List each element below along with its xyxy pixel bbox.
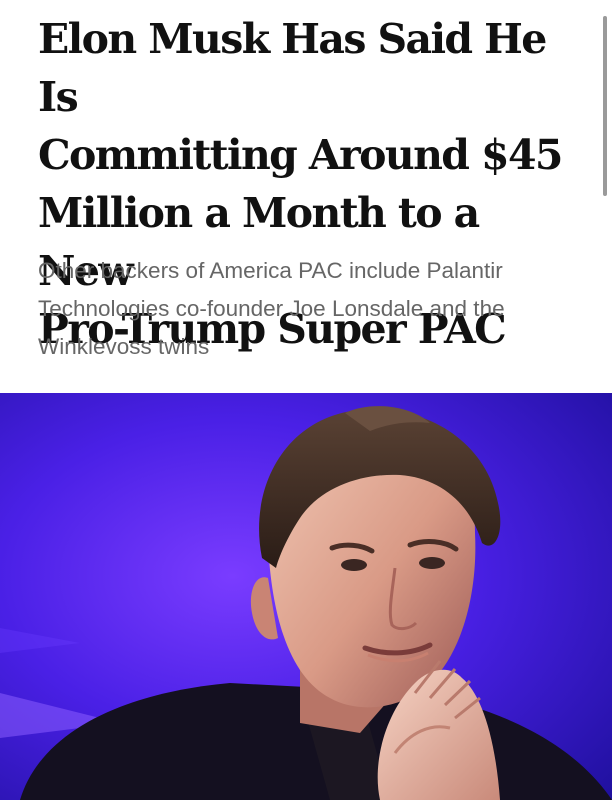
dek-line: Winklevoss twins [38, 334, 210, 359]
dek-line: Technologies co-founder Joe Lonsdale and… [38, 296, 505, 321]
headline-line: Committing Around $45 [38, 131, 563, 179]
dek-line: Other backers of America PAC include Pal… [38, 258, 503, 283]
hero-photo [0, 393, 612, 800]
article-page: Elon Musk Has Said He Is Committing Arou… [0, 0, 612, 800]
article-dek: Other backers of America PAC include Pal… [38, 252, 588, 366]
scrollbar[interactable] [603, 16, 607, 196]
headline-line: Elon Musk Has Said He Is [38, 15, 547, 121]
hero-image[interactable] [0, 393, 612, 800]
